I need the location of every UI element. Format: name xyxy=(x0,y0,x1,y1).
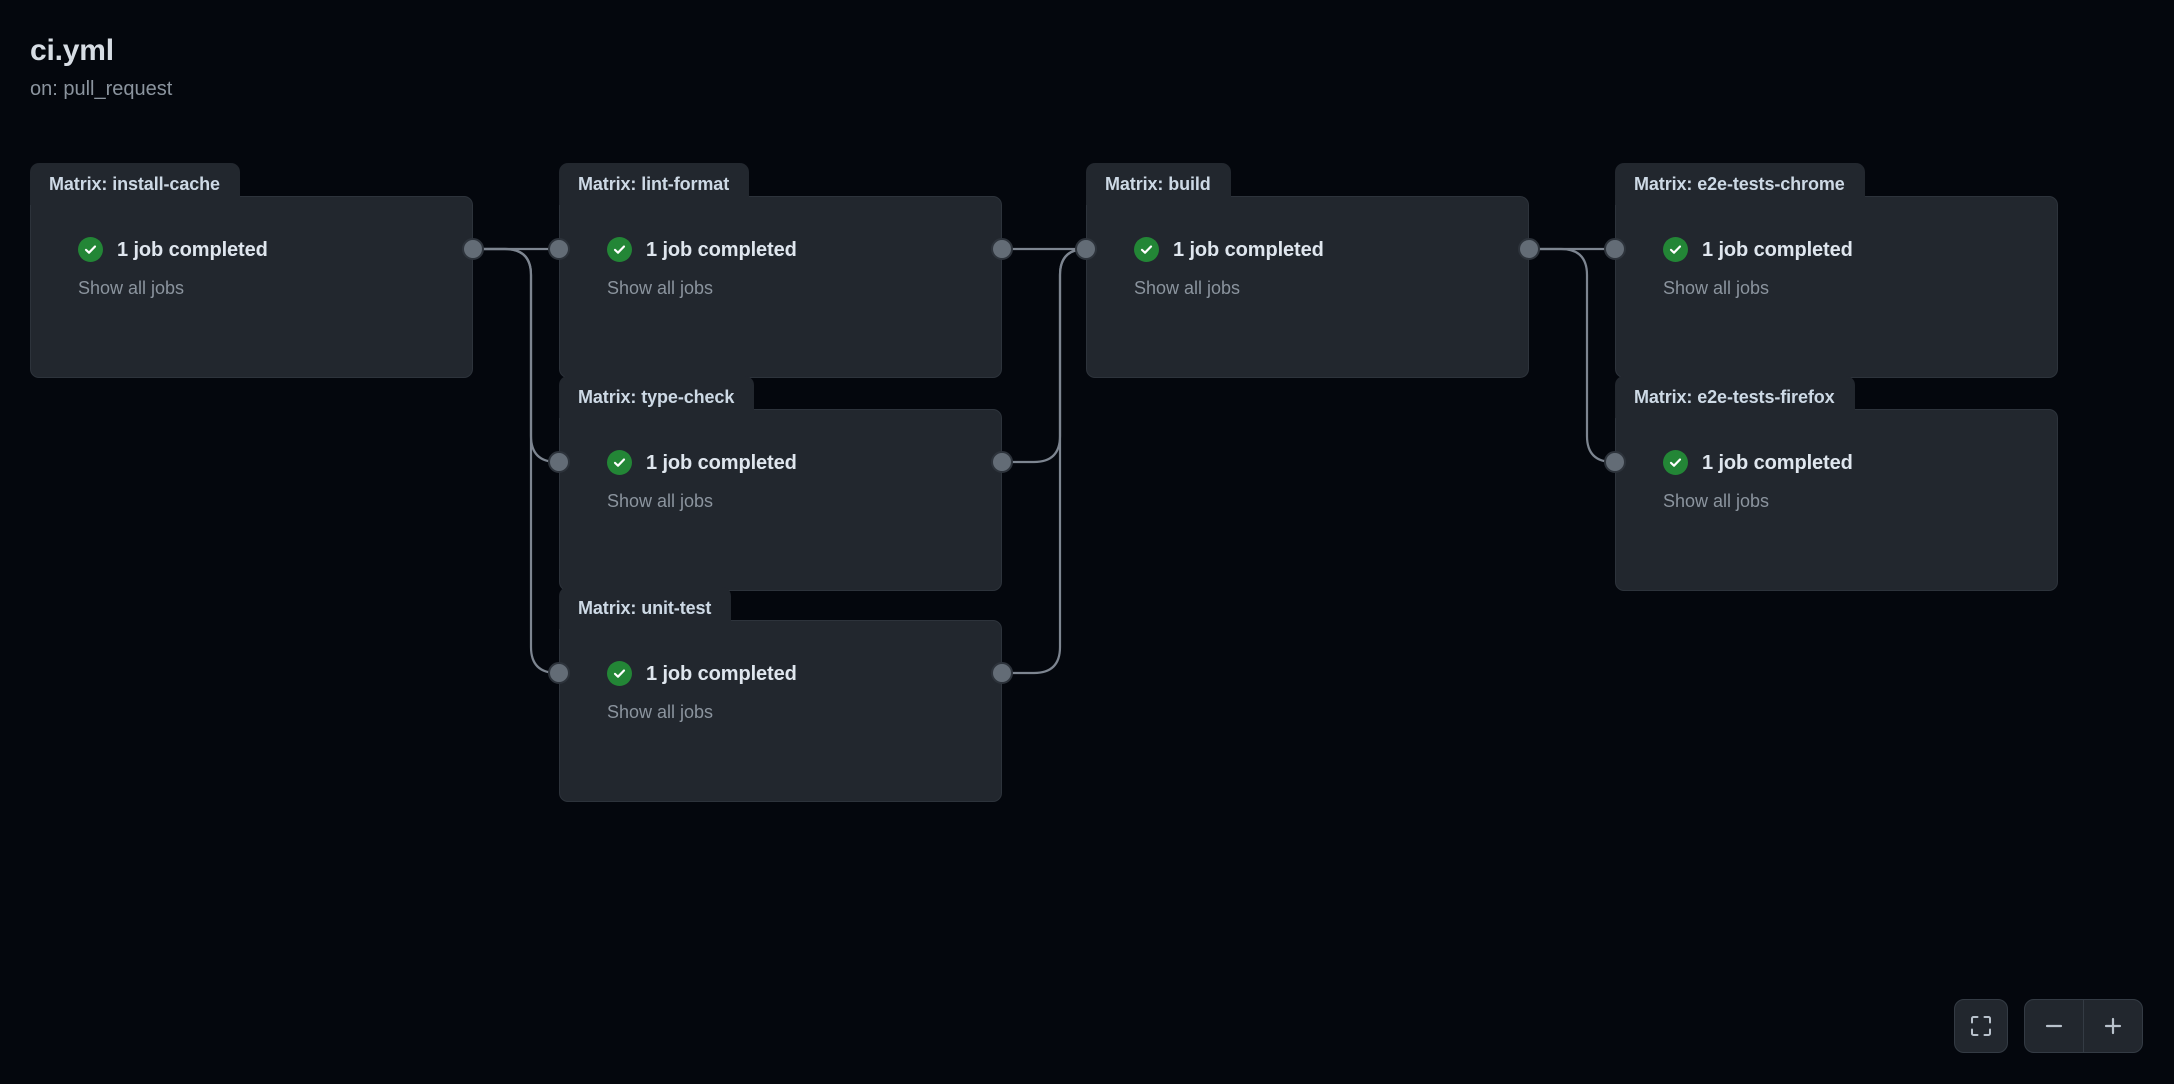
node-body-type-check[interactable]: 1 job completed Show all jobs xyxy=(559,409,1002,591)
node-status-row: 1 job completed xyxy=(560,621,1001,686)
check-circle-icon xyxy=(607,450,632,475)
node-status-row: 1 job completed xyxy=(1087,197,1528,262)
node-title-tab: Matrix: e2e-tests-chrome xyxy=(1615,163,1865,205)
node-status-text: 1 job completed xyxy=(117,238,268,261)
node-title-text: Matrix: type-check xyxy=(578,386,735,407)
workflow-node-unit-test[interactable]: 1 job completed Show all jobs Matrix: un… xyxy=(548,587,1013,802)
workflow-node-e2e-tests-firefox[interactable]: 1 job completed Show all jobs Matrix: e2… xyxy=(1604,376,2058,591)
node-title-tab: Matrix: type-check xyxy=(559,376,755,418)
zoom-controls xyxy=(1954,999,2143,1053)
workflow-node-e2e-tests-chrome[interactable]: 1 job completed Show all jobs Matrix: e2… xyxy=(1604,163,2058,378)
edge-build-to-e2e-tests-firefox xyxy=(1527,247,1617,464)
check-circle-icon xyxy=(607,237,632,262)
fit-to-screen-button[interactable] xyxy=(1954,999,2008,1053)
check-circle-icon xyxy=(78,237,103,262)
workflow-node-build[interactable]: 1 job completed Show all jobs Matrix: bu… xyxy=(1075,163,1540,378)
node-status-text: 1 job completed xyxy=(646,662,797,685)
check-circle-icon xyxy=(1134,237,1159,262)
node-body-build[interactable]: 1 job completed Show all jobs xyxy=(1086,196,1529,378)
node-title-text: Matrix: install-cache xyxy=(49,173,220,194)
node-status-text: 1 job completed xyxy=(1702,238,1853,261)
edge-type-check-to-build xyxy=(1000,247,1088,464)
check-circle-icon xyxy=(607,661,632,686)
edge-install-cache-to-type-check xyxy=(471,247,561,464)
node-title-text: Matrix: unit-test xyxy=(578,597,712,618)
input-port-e2e-tests-chrome[interactable] xyxy=(1604,238,1626,260)
node-title-tab: Matrix: lint-format xyxy=(559,163,750,205)
check-circle-icon xyxy=(1663,237,1688,262)
input-port-build[interactable] xyxy=(1075,238,1097,260)
show-all-jobs-link[interactable]: Show all jobs xyxy=(31,262,472,300)
input-port-type-check[interactable] xyxy=(548,451,570,473)
show-all-jobs-link[interactable]: Show all jobs xyxy=(560,686,1001,724)
node-status-text: 1 job completed xyxy=(1173,238,1324,261)
node-title-text: Matrix: e2e-tests-chrome xyxy=(1634,173,1845,194)
node-status-text: 1 job completed xyxy=(646,451,797,474)
output-port-build[interactable] xyxy=(1518,238,1540,260)
edge-unit-test-to-build xyxy=(1000,247,1088,675)
input-port-lint-format[interactable] xyxy=(548,238,570,260)
workflow-trigger-label: on: pull_request xyxy=(30,77,173,100)
show-all-jobs-link[interactable]: Show all jobs xyxy=(560,475,1001,513)
zoom-out-button[interactable] xyxy=(2025,1000,2083,1052)
show-all-jobs-link[interactable]: Show all jobs xyxy=(1087,262,1528,300)
output-port-type-check[interactable] xyxy=(991,451,1013,473)
node-status-text: 1 job completed xyxy=(646,238,797,261)
workflow-node-lint-format[interactable]: 1 job completed Show all jobs Matrix: li… xyxy=(548,163,1013,378)
check-circle-icon xyxy=(1663,450,1688,475)
node-status-text: 1 job completed xyxy=(1702,451,1853,474)
node-body-unit-test[interactable]: 1 job completed Show all jobs xyxy=(559,620,1002,802)
output-port-lint-format[interactable] xyxy=(991,238,1013,260)
workflow-title: ci.yml xyxy=(30,34,114,67)
edge-install-cache-to-unit-test xyxy=(471,247,561,675)
workflow-header: ci.yml on: pull_request xyxy=(30,34,172,101)
workflow-node-install-cache[interactable]: 1 job completed Show all jobs Matrix: in… xyxy=(30,163,484,378)
node-status-row: 1 job completed xyxy=(560,410,1001,475)
output-port-unit-test[interactable] xyxy=(991,662,1013,684)
input-port-unit-test[interactable] xyxy=(548,662,570,684)
node-status-row: 1 job completed xyxy=(560,197,1001,262)
show-all-jobs-link[interactable]: Show all jobs xyxy=(560,262,1001,300)
zoom-level-controls xyxy=(2024,999,2143,1053)
input-port-e2e-tests-firefox[interactable] xyxy=(1604,451,1626,473)
node-title-text: Matrix: e2e-tests-firefox xyxy=(1634,386,1835,407)
node-status-row: 1 job completed xyxy=(1616,410,2057,475)
node-title-text: Matrix: lint-format xyxy=(578,173,730,194)
node-title-text: Matrix: build xyxy=(1105,173,1211,194)
node-title-tab: Matrix: e2e-tests-firefox xyxy=(1615,376,1855,418)
minus-icon xyxy=(2042,1014,2066,1038)
node-body-e2e-tests-firefox[interactable]: 1 job completed Show all jobs xyxy=(1615,409,2058,591)
workflow-node-type-check[interactable]: 1 job completed Show all jobs Matrix: ty… xyxy=(548,376,1013,591)
node-body-lint-format[interactable]: 1 job completed Show all jobs xyxy=(559,196,1002,378)
node-status-row: 1 job completed xyxy=(31,197,472,262)
node-title-tab: Matrix: unit-test xyxy=(559,587,732,629)
node-title-tab: Matrix: build xyxy=(1086,163,1231,205)
workflow-graph-canvas[interactable]: 1 job completed Show all jobs Matrix: in… xyxy=(0,0,2174,1084)
node-status-row: 1 job completed xyxy=(1616,197,2057,262)
zoom-in-button[interactable] xyxy=(2084,1000,2142,1052)
plus-icon xyxy=(2101,1014,2125,1038)
node-body-e2e-tests-chrome[interactable]: 1 job completed Show all jobs xyxy=(1615,196,2058,378)
node-title-tab: Matrix: install-cache xyxy=(30,163,240,205)
output-port-install-cache[interactable] xyxy=(462,238,484,260)
node-body-install-cache[interactable]: 1 job completed Show all jobs xyxy=(30,196,473,378)
fit-screen-icon xyxy=(1969,1014,1993,1038)
show-all-jobs-link[interactable]: Show all jobs xyxy=(1616,262,2057,300)
show-all-jobs-link[interactable]: Show all jobs xyxy=(1616,475,2057,513)
